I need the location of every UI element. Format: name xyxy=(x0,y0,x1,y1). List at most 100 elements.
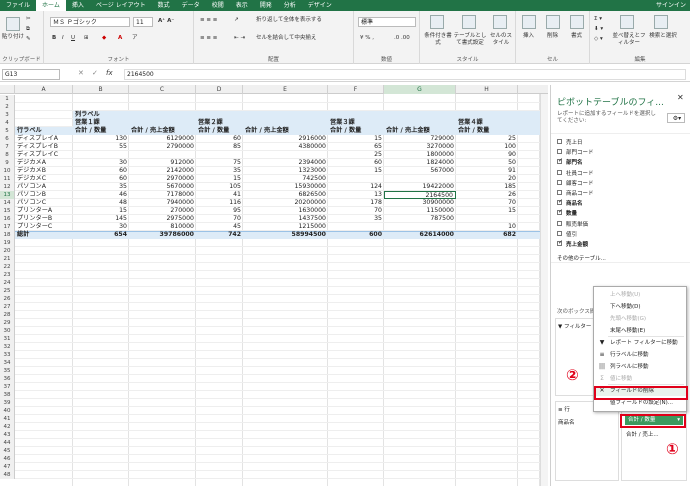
value-cell[interactable] xyxy=(243,151,328,159)
tab-6[interactable]: 校閲 xyxy=(206,0,230,11)
value-cell[interactable]: 2394000 xyxy=(243,159,328,167)
value-cell[interactable]: 30 xyxy=(73,223,129,231)
value-cell[interactable]: 30 xyxy=(73,159,129,167)
enter-icon[interactable]: ✓ xyxy=(92,70,98,77)
value-cell[interactable]: 85 xyxy=(196,143,243,151)
row-header[interactable]: 3 xyxy=(0,111,15,119)
value-cell[interactable]: 45 xyxy=(196,223,243,231)
column-header-B[interactable]: B xyxy=(73,85,129,94)
value-cell[interactable]: 10 xyxy=(456,223,518,231)
menu-item-1[interactable]: 下へ移動(D) xyxy=(594,302,686,312)
tab-8[interactable]: 開発 xyxy=(254,0,278,11)
value-cell[interactable]: 124 xyxy=(328,183,384,191)
sort-filter-button[interactable]: 並べ替えとフィルター xyxy=(612,33,646,47)
value-cell[interactable]: 15 xyxy=(73,207,129,215)
row-header[interactable]: 31 xyxy=(0,335,15,343)
tab-5[interactable]: データ xyxy=(176,0,206,11)
value-cell[interactable]: 2970000 xyxy=(129,175,196,183)
row-header[interactable]: 25 xyxy=(0,287,15,295)
value-cell[interactable]: 60 xyxy=(328,159,384,167)
value-cell[interactable] xyxy=(384,175,456,183)
value-header[interactable]: 合計 / 数量 xyxy=(73,127,129,135)
row-header[interactable]: 30 xyxy=(0,327,15,335)
row-header[interactable]: 9 xyxy=(0,159,15,167)
tab-0[interactable]: ファイル xyxy=(0,0,36,11)
field-checkbox[interactable] xyxy=(557,190,562,195)
row-item-label[interactable]: ディスプレイA xyxy=(15,135,73,143)
formula-input[interactable]: 2164500 xyxy=(124,69,686,80)
font-color-icon[interactable]: A xyxy=(118,35,122,42)
value-cell[interactable]: 15 xyxy=(456,207,518,215)
row-header[interactable]: 15 xyxy=(0,207,15,215)
value-header[interactable]: 合計 / 売上金額 xyxy=(129,127,196,135)
tab-1[interactable]: ホーム xyxy=(36,0,66,11)
autosum-icon[interactable]: Σ ▾ xyxy=(594,16,602,23)
row-header[interactable]: 10 xyxy=(0,167,15,175)
value-cell[interactable]: 567000 xyxy=(384,167,456,175)
value-cell[interactable]: 15 xyxy=(328,167,384,175)
value-cell[interactable]: 35 xyxy=(328,215,384,223)
row-header[interactable]: 22 xyxy=(0,263,15,271)
value-cell[interactable]: 1323000 xyxy=(243,167,328,175)
find-select-icon[interactable] xyxy=(654,15,668,29)
row-header[interactable]: 48 xyxy=(0,471,15,479)
row-header[interactable]: 33 xyxy=(0,351,15,359)
value-cell[interactable]: 2164500 xyxy=(384,191,456,199)
row-header[interactable]: 8 xyxy=(0,151,15,159)
font-name-select[interactable]: ＭＳ Ｐゴシック xyxy=(50,17,130,27)
value-cell[interactable]: 26 xyxy=(456,191,518,199)
border-icon[interactable]: ⊞ xyxy=(84,35,89,42)
field-checkbox[interactable] xyxy=(557,198,563,206)
cut-icon[interactable]: ✂ xyxy=(26,16,31,23)
row-item-label[interactable]: パソコンC xyxy=(15,199,73,207)
value-cell[interactable]: 70 xyxy=(196,215,243,223)
field-label[interactable]: 販売単価 xyxy=(566,220,588,228)
grand-total-cell[interactable]: 654 xyxy=(73,231,129,239)
value-cell[interactable]: 75 xyxy=(196,159,243,167)
field-label[interactable]: 商品コード xyxy=(566,189,594,197)
value-cell[interactable]: 270000 xyxy=(129,207,196,215)
grand-total-cell[interactable]: 39786000 xyxy=(129,231,196,239)
field-checkbox[interactable] xyxy=(557,157,563,165)
value-cell[interactable]: 810000 xyxy=(129,223,196,231)
field-checkbox[interactable] xyxy=(557,239,563,246)
field-label[interactable]: 商品名 xyxy=(566,199,583,207)
merge-center-button[interactable]: セルを結合して中央揃え xyxy=(256,35,316,42)
value-header[interactable]: 合計 / 数量 xyxy=(196,127,243,135)
row-header[interactable]: 24 xyxy=(0,279,15,287)
grand-total-cell[interactable]: 742 xyxy=(196,231,243,239)
grand-total-cell[interactable]: 682 xyxy=(456,231,518,239)
spreadsheet-grid[interactable]: ABCDEFGH 1 2 3 列ラベル 4 営業１課 営業２課 営業３課 営業４課 5 行ラベル 合計… xyxy=(0,85,548,486)
row-header[interactable]: 34 xyxy=(0,359,15,367)
value-cell[interactable] xyxy=(384,223,456,231)
value-cell[interactable]: 60 xyxy=(73,175,129,183)
paste-button[interactable]: 貼り付け xyxy=(2,34,24,41)
value-header[interactable]: 合計 / 数量 xyxy=(328,127,384,135)
value-cell[interactable]: 20200000 xyxy=(243,199,328,207)
column-header-G[interactable]: G xyxy=(384,85,456,94)
row-header[interactable]: 27 xyxy=(0,303,15,311)
value-cell[interactable]: 2142000 xyxy=(129,167,196,175)
menu-item-5[interactable]: ≡ 行ラベルに移動 xyxy=(594,350,686,360)
indent-icon[interactable]: ⇤ ⇥ xyxy=(234,35,245,42)
tab-3[interactable]: ページ レイアウト xyxy=(90,0,152,11)
row-item-label[interactable]: プリンターA xyxy=(15,207,73,215)
value-cell[interactable] xyxy=(328,223,384,231)
value-cell[interactable]: 1215000 xyxy=(243,223,328,231)
value-cell[interactable]: 185 xyxy=(456,183,518,191)
row-item-label[interactable]: パソコンB xyxy=(15,191,73,199)
value-cell[interactable]: 7178000 xyxy=(129,191,196,199)
row-field-chip[interactable]: 商品名 xyxy=(558,418,575,426)
value-cell[interactable]: 1150000 xyxy=(384,207,456,215)
table-format-button[interactable]: テーブルとして書式設定 xyxy=(453,33,487,47)
row-header[interactable]: 35 xyxy=(0,367,15,375)
copy-icon[interactable]: ⧉ xyxy=(26,26,30,33)
value-cell[interactable]: 105 xyxy=(196,183,243,191)
row-header[interactable]: 44 xyxy=(0,439,15,447)
cancel-icon[interactable]: ✕ xyxy=(78,70,84,77)
value-cell[interactable]: 7940000 xyxy=(129,199,196,207)
value-cell[interactable]: 1437500 xyxy=(243,215,328,223)
orientation-icon[interactable]: ↗ xyxy=(234,17,239,24)
row-item-label[interactable]: パソコンA xyxy=(15,183,73,191)
tab-4[interactable]: 数式 xyxy=(152,0,176,11)
